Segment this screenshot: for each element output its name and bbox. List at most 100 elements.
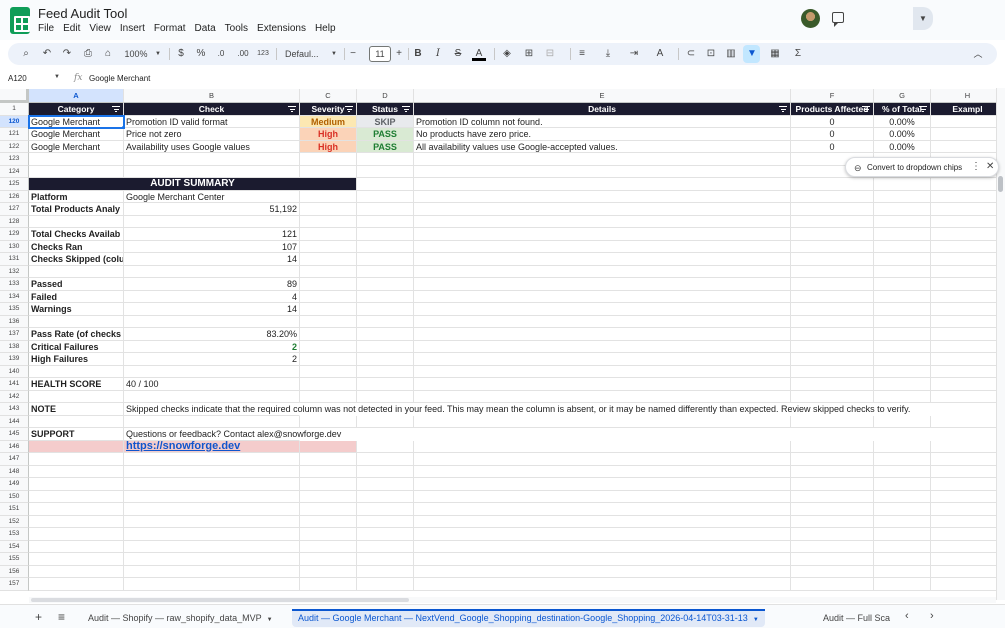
empty-cell[interactable] [874, 578, 931, 591]
empty-cell[interactable] [791, 303, 874, 316]
more-vert-icon[interactable]: ⋮ [971, 161, 981, 172]
empty-cell[interactable] [414, 365, 791, 378]
align-horizontal-icon[interactable]: ≡ [575, 47, 589, 61]
align-vertical-icon[interactable]: ⤓ [601, 47, 615, 61]
empty-cell[interactable] [931, 203, 1005, 216]
pass-rate-value[interactable]: 83.20% [124, 328, 300, 341]
borders-icon[interactable]: ⊞ [522, 47, 536, 61]
empty-cell[interactable] [791, 228, 874, 241]
empty-cell[interactable] [874, 290, 931, 303]
passed-label[interactable]: Passed [29, 278, 124, 291]
empty-cell[interactable] [414, 415, 791, 428]
empty-cell[interactable] [357, 503, 414, 516]
empty-cell[interactable] [300, 365, 357, 378]
category-cell[interactable]: Google Merchant [29, 140, 124, 153]
support-label[interactable]: SUPPORT [29, 428, 124, 441]
row-header-140[interactable]: 140 [0, 365, 29, 378]
empty-cell[interactable] [300, 490, 357, 503]
sheet-tab-google-merchant[interactable]: Audit — Google Merchant — NextVend_Googl… [292, 609, 765, 627]
column-title-e[interactable]: Details [414, 103, 791, 116]
total-products-label[interactable]: Total Products Analy [29, 203, 124, 216]
menu-file[interactable]: File [38, 23, 54, 34]
empty-cell[interactable] [357, 315, 414, 328]
column-title-d[interactable]: Status [357, 103, 414, 116]
comment-icon[interactable] [832, 12, 844, 27]
platform-label[interactable]: Platform [29, 190, 124, 203]
empty-cell[interactable] [791, 253, 874, 266]
column-title-b[interactable]: Check [124, 103, 300, 116]
empty-cell[interactable] [300, 240, 357, 253]
warnings-label[interactable]: Warnings [29, 303, 124, 316]
pink-cell[interactable] [300, 440, 357, 453]
empty-cell[interactable] [791, 490, 874, 503]
empty-cell[interactable] [931, 528, 1005, 541]
empty-cell[interactable] [300, 453, 357, 466]
empty-cell[interactable] [874, 515, 931, 528]
empty-cell[interactable] [791, 390, 874, 403]
currency-button[interactable]: $ [175, 47, 187, 61]
filter-icon[interactable] [862, 106, 870, 112]
empty-cell[interactable] [357, 465, 414, 478]
checks-ran-value[interactable]: 107 [124, 240, 300, 253]
critical-failures-value[interactable]: 2 [124, 340, 300, 353]
print-icon[interactable]: ⎙ [81, 47, 95, 61]
empty-cell[interactable] [29, 215, 124, 228]
empty-cell[interactable] [124, 540, 300, 553]
empty-cell[interactable] [29, 578, 124, 591]
row-header-120[interactable]: 120 [0, 115, 29, 128]
empty-cell[interactable] [874, 378, 931, 391]
empty-cell[interactable] [357, 440, 414, 453]
empty-cell[interactable] [791, 278, 874, 291]
empty-cell[interactable] [300, 315, 357, 328]
row-header-126[interactable]: 126 [0, 190, 29, 203]
empty-cell[interactable] [874, 440, 931, 453]
empty-cell[interactable] [357, 190, 414, 203]
empty-cell[interactable] [931, 365, 1005, 378]
high-failures-label[interactable]: High Failures [29, 353, 124, 366]
empty-cell[interactable] [124, 415, 300, 428]
total-products-value[interactable]: 51,192 [124, 203, 300, 216]
empty-cell[interactable] [357, 353, 414, 366]
empty-cell[interactable] [29, 565, 124, 578]
empty-cell[interactable] [414, 578, 791, 591]
font-size-plus-button[interactable]: + [394, 47, 404, 61]
empty-cell[interactable] [874, 390, 931, 403]
insert-chart-icon[interactable]: ▥ [724, 47, 738, 61]
empty-cell[interactable] [791, 478, 874, 491]
passed-value[interactable]: 89 [124, 278, 300, 291]
row-header-150[interactable]: 150 [0, 490, 29, 503]
column-header-h[interactable]: H [931, 89, 1005, 103]
pass-rate-label[interactable]: Pass Rate (of checks [29, 328, 124, 341]
name-box[interactable]: A120 [8, 74, 27, 83]
empty-cell[interactable] [791, 503, 874, 516]
empty-cell[interactable] [414, 290, 791, 303]
row-header-149[interactable]: 149 [0, 478, 29, 491]
empty-cell[interactable] [300, 390, 357, 403]
empty-cell[interactable] [791, 465, 874, 478]
empty-cell[interactable] [874, 190, 931, 203]
checks-skipped-value[interactable]: 14 [124, 253, 300, 266]
empty-cell[interactable] [931, 503, 1005, 516]
empty-cell[interactable] [357, 228, 414, 241]
empty-cell[interactable] [300, 515, 357, 528]
empty-cell[interactable] [791, 178, 874, 191]
menu-insert[interactable]: Insert [120, 23, 145, 34]
products-affected-cell[interactable]: 0 [791, 140, 874, 153]
empty-cell[interactable] [300, 565, 357, 578]
empty-cell[interactable] [357, 378, 414, 391]
empty-cell[interactable] [874, 240, 931, 253]
empty-cell[interactable] [931, 378, 1005, 391]
empty-cell[interactable] [874, 228, 931, 241]
menu-view[interactable]: View [89, 23, 111, 34]
empty-cell[interactable] [357, 453, 414, 466]
empty-cell[interactable] [124, 215, 300, 228]
empty-cell[interactable] [124, 165, 300, 178]
empty-cell[interactable] [931, 290, 1005, 303]
text-wrap-icon[interactable]: ⇥ [627, 47, 641, 61]
filter-icon[interactable] [779, 106, 787, 112]
empty-cell[interactable] [29, 553, 124, 566]
total-checks-label[interactable]: Total Checks Availab [29, 228, 124, 241]
empty-cell[interactable] [357, 515, 414, 528]
row-header-138[interactable]: 138 [0, 340, 29, 353]
audit-summary-title[interactable]: AUDIT SUMMARY [29, 178, 357, 191]
